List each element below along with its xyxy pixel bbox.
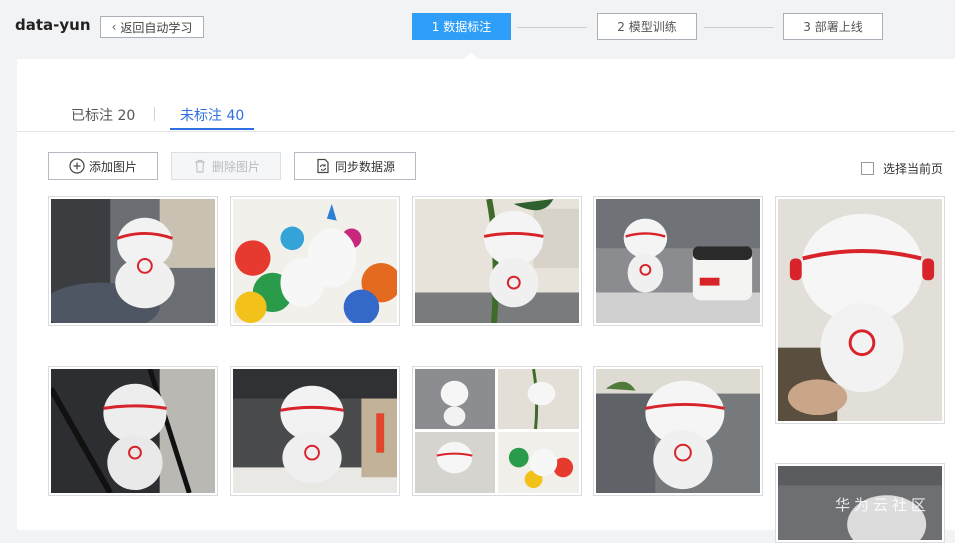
tab-labeled[interactable]: 已标注 20	[71, 105, 135, 125]
photo-plush-toy-chair	[51, 369, 215, 493]
select-current-page[interactable]: 选择当前页	[861, 160, 943, 177]
trash-icon	[192, 158, 208, 174]
photo-plush-toy-cooker	[596, 199, 760, 323]
photo-plush-toy-collage	[415, 369, 579, 493]
top-bar: data-yun ‹ 返回自动学习 1 数据标注 2 模型训练 3 部署上线	[0, 0, 955, 59]
step-connector	[517, 27, 587, 28]
tab-unlabeled[interactable]: 未标注 40	[180, 105, 244, 125]
step-deploy[interactable]: 3 部署上线	[783, 13, 883, 40]
main-panel: 已标注 20 未标注 40 添加图片 删除图片 同步数据源 选择当前页	[17, 59, 955, 543]
photo-plush-toy-plant	[415, 199, 579, 323]
photo-plush-toy-pinwheels	[233, 199, 397, 323]
sync-datasource-button[interactable]: 同步数据源	[294, 152, 416, 180]
image-thumbnail[interactable]	[230, 366, 400, 496]
photo-plush-toy-office	[51, 199, 215, 323]
image-thumbnail[interactable]	[48, 196, 218, 326]
select-page-label: 选择当前页	[883, 162, 944, 176]
add-circle-icon	[69, 158, 85, 174]
image-thumbnail[interactable]	[412, 196, 582, 326]
step-label: 2 模型训练	[617, 20, 677, 34]
image-thumbnail[interactable]	[412, 366, 582, 496]
add-image-button[interactable]: 添加图片	[48, 152, 158, 180]
delete-image-label: 删除图片	[211, 159, 260, 174]
step-model-training[interactable]: 2 模型训练	[597, 13, 697, 40]
tab-divider	[154, 107, 155, 121]
photo-plush-toy-in-hand	[778, 199, 942, 421]
step-label: 3 部署上线	[803, 20, 863, 34]
chevron-left-icon: ‹	[111, 20, 117, 34]
photo-plush-toy-partition	[596, 369, 760, 493]
watermark: 华为云社区	[835, 496, 931, 514]
select-page-checkbox[interactable]	[861, 162, 874, 175]
image-thumbnail[interactable]	[48, 366, 218, 496]
add-image-label: 添加图片	[88, 159, 137, 174]
step-data-labeling[interactable]: 1 数据标注	[412, 13, 511, 40]
app-title: data-yun	[15, 16, 91, 34]
back-to-autolearning-button[interactable]: ‹ 返回自动学习	[100, 16, 204, 38]
step-label: 1 数据标注	[431, 20, 492, 34]
image-thumbnail[interactable]	[775, 196, 945, 424]
active-step-pointer	[464, 52, 478, 59]
sync-document-icon	[315, 158, 331, 174]
active-tab-indicator	[170, 128, 254, 130]
tab-bar-divider	[17, 131, 955, 132]
back-button-label: 返回自动学习	[120, 20, 193, 35]
delete-image-button[interactable]: 删除图片	[171, 152, 281, 180]
image-thumbnail[interactable]	[593, 196, 763, 326]
step-connector	[704, 27, 774, 28]
photo-plush-toy-desk	[233, 369, 397, 493]
image-thumbnail[interactable]	[593, 366, 763, 496]
sync-datasource-label: 同步数据源	[334, 159, 395, 174]
image-thumbnail[interactable]	[230, 196, 400, 326]
